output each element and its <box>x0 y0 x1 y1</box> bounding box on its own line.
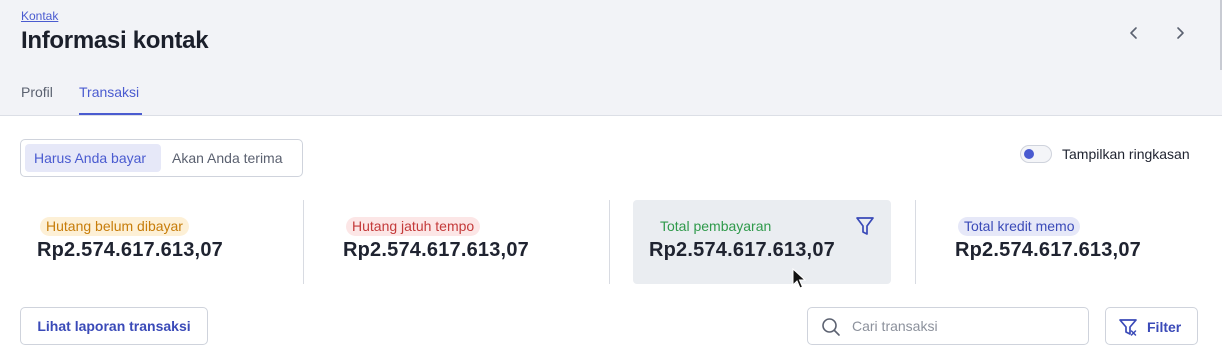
search-input[interactable] <box>852 309 1082 343</box>
card-divider <box>609 200 610 284</box>
summary-toggle[interactable] <box>1020 145 1052 163</box>
summary-toggle-label: Tampilkan ringkasan <box>1062 146 1190 162</box>
active-tab-indicator <box>79 113 142 115</box>
previous-contact-button[interactable] <box>1121 20 1147 46</box>
card-label: Total pembayaran <box>660 218 772 234</box>
search-box <box>807 307 1089 345</box>
filter-button-label: Filter <box>1147 319 1182 335</box>
card-amount: Rp2.574.617.613,07 <box>37 239 223 261</box>
card-label: Total kredit memo <box>958 217 1081 236</box>
card-amount: Rp2.574.617.613,07 <box>343 239 529 261</box>
chevron-right-icon <box>1177 27 1184 39</box>
card-label: Hutang belum dibayar <box>40 217 189 236</box>
view-transaction-report-button[interactable]: Lihat laporan transaksi <box>20 307 208 345</box>
payable-receivable-switch: Harus Anda bayar Akan Anda terima <box>20 139 303 177</box>
card-hutang-belum-dibayar[interactable]: Hutang belum dibayar Rp2.574.617.613,07 <box>37 200 295 284</box>
tab-transaksi[interactable]: Transaksi <box>79 84 139 100</box>
next-contact-button[interactable] <box>1167 20 1193 46</box>
page-header: Kontak Informasi kontak Profil Transaksi <box>0 0 1222 116</box>
segment-harus-anda-bayar[interactable]: Harus Anda bayar <box>25 144 161 172</box>
card-total-pembayaran[interactable]: Total pembayaran Rp2.574.617.613,07 <box>633 200 891 284</box>
card-amount: Rp2.574.617.613,07 <box>649 239 835 261</box>
segment-akan-anda-terima[interactable]: Akan Anda terima <box>163 144 292 172</box>
chevron-left-icon <box>1130 27 1137 39</box>
card-hutang-jatuh-tempo[interactable]: Hutang jatuh tempo Rp2.574.617.613,07 <box>343 200 601 284</box>
card-divider <box>915 200 916 284</box>
toggle-knob <box>1024 149 1034 159</box>
card-amount: Rp2.574.617.613,07 <box>955 239 1141 261</box>
page-title: Informasi kontak <box>21 27 209 54</box>
search-icon <box>822 318 840 336</box>
tab-profil[interactable]: Profil <box>21 84 53 100</box>
card-divider <box>303 200 304 284</box>
card-total-kredit-memo[interactable]: Total kredit memo Rp2.574.617.613,07 <box>955 200 1213 284</box>
filter-icon[interactable] <box>855 215 875 237</box>
card-label: Hutang jatuh tempo <box>346 217 481 236</box>
filter-button[interactable]: Filter <box>1105 307 1198 345</box>
breadcrumb-kontak[interactable]: Kontak <box>21 9 58 23</box>
filter-icon <box>1119 319 1137 336</box>
